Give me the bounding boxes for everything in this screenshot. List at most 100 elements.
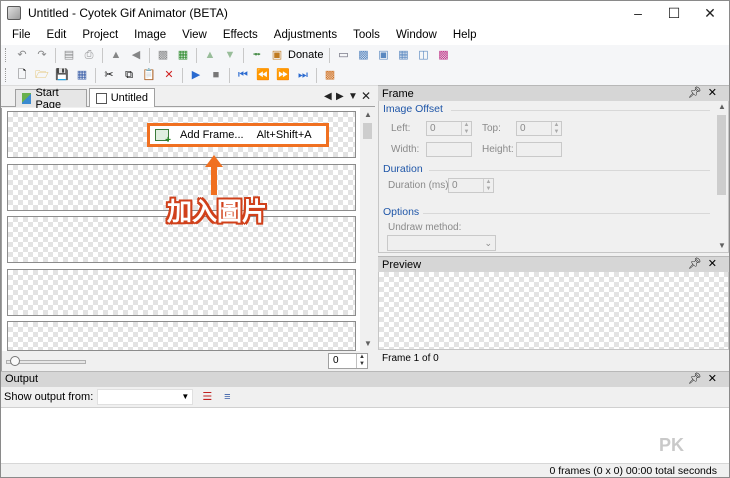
open-folder-icon[interactable]: 🗁 xyxy=(34,67,50,83)
page-icon[interactable]: ▤ xyxy=(61,47,77,63)
tab-scroll-right-icon[interactable]: ▶ xyxy=(336,91,344,102)
window-icon[interactable]: ▭ xyxy=(335,47,351,63)
previous-frame-icon[interactable]: ⏪ xyxy=(255,67,271,83)
minimize-button[interactable]: – xyxy=(621,1,655,25)
picture-icon[interactable]: ▩ xyxy=(355,47,371,63)
menu-effects[interactable]: Effects xyxy=(215,25,266,45)
menu-project[interactable]: Project xyxy=(74,25,126,45)
toolbar-separator xyxy=(149,47,150,63)
spinner-arrows-icon[interactable]: ▲ ▼ xyxy=(461,122,471,135)
maximize-button[interactable]: ☐ xyxy=(657,1,691,25)
menu-image[interactable]: Image xyxy=(126,25,174,45)
menu-edit[interactable]: Edit xyxy=(39,25,75,45)
scrollbar-thumb[interactable] xyxy=(363,123,372,139)
stop-icon[interactable]: ■ xyxy=(208,67,224,83)
close-button[interactable]: ✕ xyxy=(693,1,727,25)
last-frame-icon[interactable]: ⏭ xyxy=(295,67,311,83)
menu-adjustments[interactable]: Adjustments xyxy=(266,25,345,45)
height-field[interactable] xyxy=(516,142,562,157)
flip-vertical-icon[interactable]: ▲ xyxy=(108,47,124,63)
tab-scroll-left-icon[interactable]: ◀ xyxy=(324,91,332,102)
toolbar-grip[interactable] xyxy=(5,68,8,82)
frame-panel-scrollbar[interactable]: ▲ ▼ xyxy=(715,101,728,251)
scroll-up-icon[interactable]: ▲ xyxy=(364,110,372,119)
frame-number-spinner[interactable]: 0 ▲ ▼ xyxy=(328,353,368,369)
spinner-arrows-icon[interactable]: ▲ ▼ xyxy=(551,122,561,135)
output-text-area[interactable] xyxy=(1,407,729,463)
first-frame-icon[interactable]: ⏮ xyxy=(235,67,251,83)
width-field[interactable] xyxy=(426,142,472,157)
panel-close-icon[interactable]: ✕ xyxy=(708,258,723,270)
frame-slot[interactable] xyxy=(7,321,356,351)
toolbar-grip[interactable] xyxy=(5,48,8,62)
tab-start-page[interactable]: Start Page xyxy=(15,87,87,111)
export-icon[interactable]: ⭼ xyxy=(249,47,265,63)
undraw-method-select[interactable]: ⌄ xyxy=(387,235,496,251)
scroll-up-icon[interactable]: ▲ xyxy=(718,102,726,111)
delete-icon[interactable]: ✕ xyxy=(161,67,177,83)
next-frame-icon[interactable]: ⏩ xyxy=(275,67,291,83)
paste-icon[interactable]: 📋 xyxy=(141,67,157,83)
new-file-icon[interactable]: 🗋 xyxy=(14,67,30,83)
frame-slot[interactable] xyxy=(7,269,356,316)
panel-close-icon[interactable]: ✕ xyxy=(708,373,723,385)
undo-icon[interactable]: ↶ xyxy=(14,47,30,63)
duration-value: 0 xyxy=(452,180,458,191)
donate-button[interactable]: Donate xyxy=(288,49,323,61)
spinner-arrows-icon[interactable]: ▲ ▼ xyxy=(483,179,493,192)
zoom-slider-thumb[interactable] xyxy=(10,356,20,366)
layout-icon[interactable]: ◫ xyxy=(415,47,431,63)
left-label: Left: xyxy=(391,123,411,134)
palette-icon[interactable]: ▩ xyxy=(435,47,451,63)
donate-icon[interactable]: ▣ xyxy=(269,47,285,63)
tab-close-icon[interactable]: ✕ xyxy=(361,89,371,103)
menu-window[interactable]: Window xyxy=(388,25,445,45)
left-offset-field[interactable]: 0 ▲ ▼ xyxy=(426,121,472,136)
toolbar-separator xyxy=(229,67,230,83)
menu-file[interactable]: File xyxy=(4,25,39,45)
menu-view[interactable]: View xyxy=(174,25,215,45)
resize-icon[interactable]: ▩ xyxy=(155,47,171,63)
annotation-arrow-icon xyxy=(205,155,223,195)
frames-scrollbar[interactable]: ▲ ▼ xyxy=(360,108,375,351)
panel-close-icon[interactable]: ✕ xyxy=(708,87,723,99)
menu-tools[interactable]: Tools xyxy=(345,25,388,45)
move-up-icon[interactable]: ▲ xyxy=(202,47,218,63)
tab-start-page-label: Start Page xyxy=(35,86,62,111)
grid-icon[interactable]: ▦ xyxy=(395,47,411,63)
redo-icon[interactable]: ↷ xyxy=(34,47,50,63)
watermark-logo: PK xyxy=(659,435,685,455)
copy-icon[interactable]: ⧉ xyxy=(121,67,137,83)
cut-icon[interactable]: ✂ xyxy=(101,67,117,83)
add-frame-menu-item[interactable]: Add Frame... Alt+Shift+A xyxy=(147,123,329,147)
scroll-down-icon[interactable]: ▼ xyxy=(364,339,372,348)
clear-output-icon[interactable]: ☰ xyxy=(199,389,215,405)
add-frame-icon[interactable]: ▦ xyxy=(175,47,191,63)
save-as-icon[interactable]: ▦ xyxy=(74,67,90,83)
play-icon[interactable]: ▶ xyxy=(188,67,204,83)
section-divider xyxy=(423,213,710,214)
pin-icon[interactable]: 📌︎ xyxy=(688,258,708,270)
output-source-select[interactable]: ▼ xyxy=(97,389,194,405)
scrollbar-thumb[interactable] xyxy=(717,115,726,195)
tab-list-icon[interactable]: ▼ xyxy=(348,91,358,102)
menu-help[interactable]: Help xyxy=(445,25,485,45)
frames-list[interactable]: ▲ ▼ 0 ▲ ▼ xyxy=(1,108,375,371)
word-wrap-icon[interactable]: ≡ xyxy=(219,389,235,405)
tab-untitled[interactable]: Untitled xyxy=(89,88,155,107)
pin-icon[interactable]: 📌︎ xyxy=(688,87,708,99)
print-icon[interactable]: ⎙ xyxy=(81,47,97,63)
height-label: Height: xyxy=(482,144,514,155)
add-frame-picture-icon xyxy=(155,129,171,146)
export-frames-icon[interactable]: ▩ xyxy=(322,67,338,83)
save-icon[interactable]: 💾 xyxy=(54,67,70,83)
duration-field[interactable]: 0 ▲ ▼ xyxy=(448,178,494,193)
move-down-icon[interactable]: ▼ xyxy=(222,47,238,63)
top-offset-field[interactable]: 0 ▲ ▼ xyxy=(516,121,562,136)
select-icon[interactable]: ▣ xyxy=(375,47,391,63)
spinner-arrows-icon[interactable]: ▲ ▼ xyxy=(356,354,367,368)
scroll-down-icon[interactable]: ▼ xyxy=(718,241,726,250)
tab-strip: Start Page Untitled ◀ ▶ ▼ ✕ xyxy=(1,87,375,111)
flip-horizontal-icon[interactable]: ◀ xyxy=(128,47,144,63)
pin-icon[interactable]: 📌︎ xyxy=(688,373,708,385)
